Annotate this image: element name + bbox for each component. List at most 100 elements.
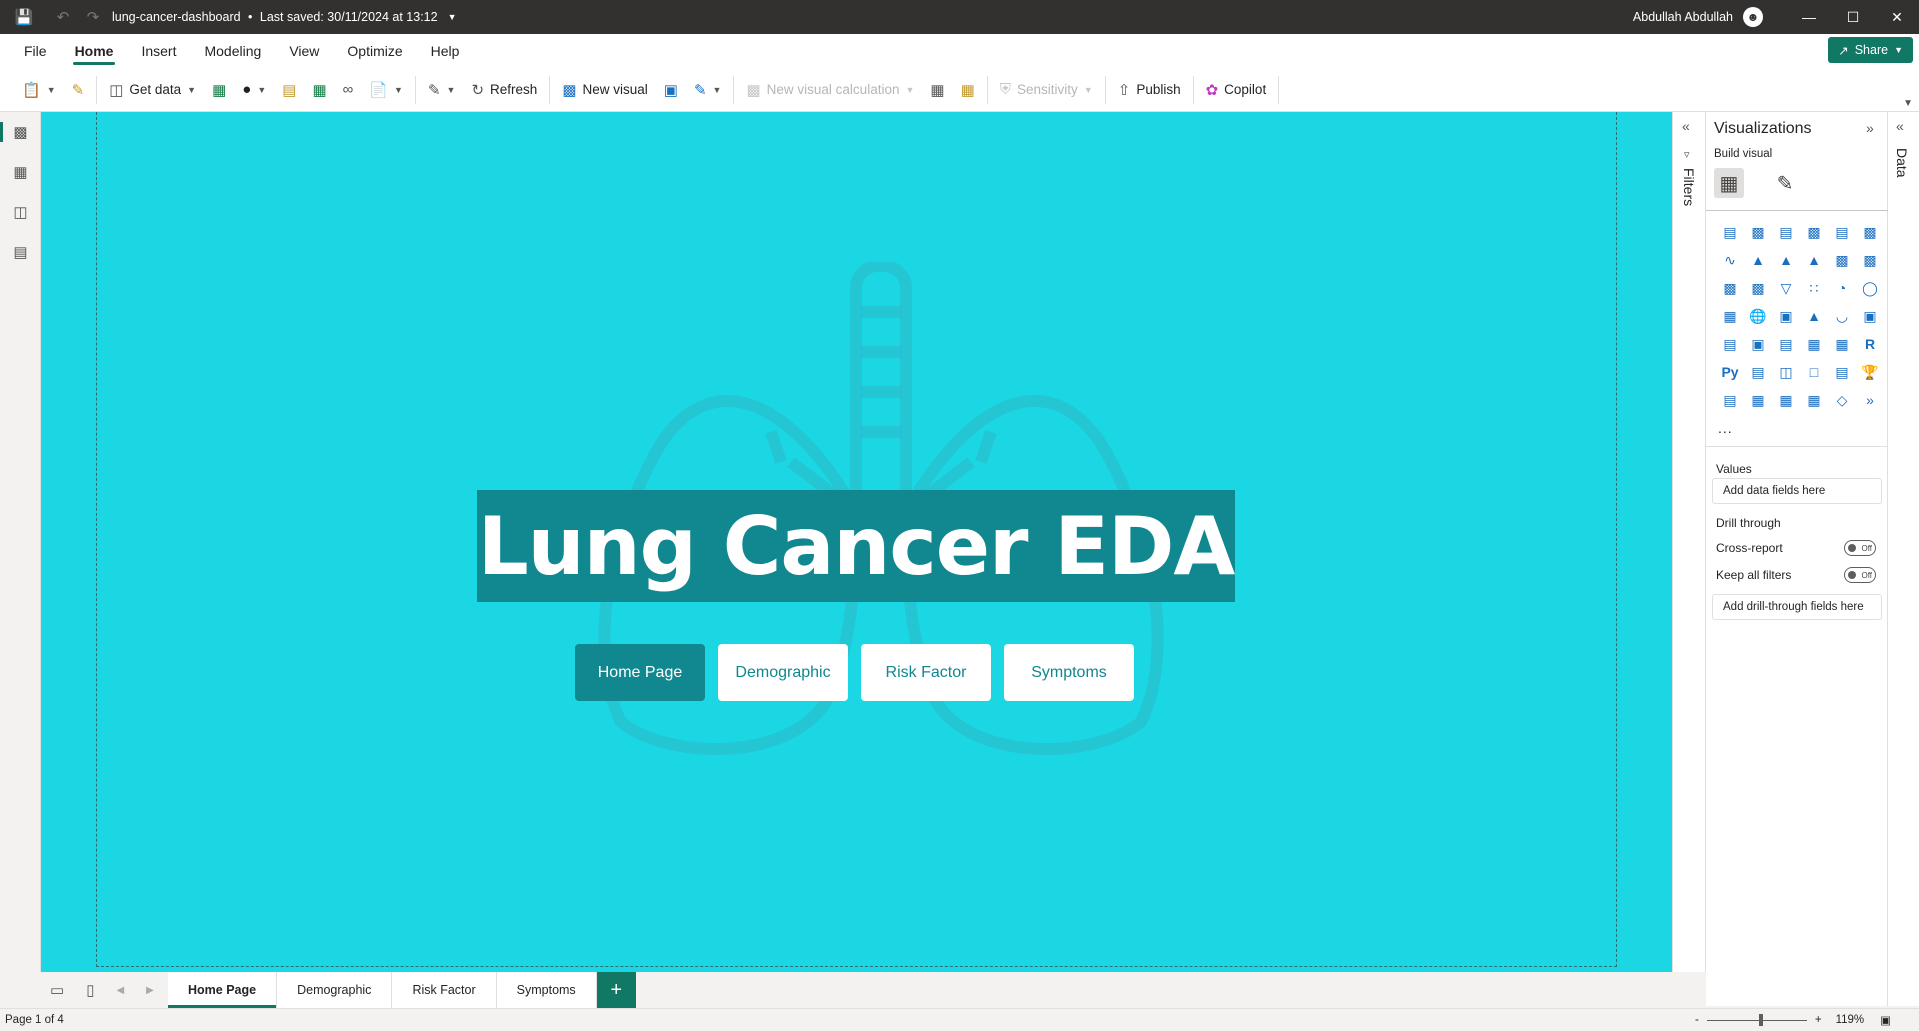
maximize-button[interactable]: ☐: [1831, 0, 1875, 34]
diamond-visual-icon[interactable]: ◇: [1828, 386, 1856, 414]
menu-home[interactable]: Home: [61, 34, 128, 68]
menu-insert[interactable]: Insert: [127, 34, 190, 68]
line-stacked-column-chart-icon[interactable]: ▩: [1828, 246, 1856, 274]
azure-map-icon[interactable]: ▲: [1800, 302, 1828, 330]
menu-view[interactable]: View: [275, 34, 333, 68]
report-canvas[interactable]: Lung Cancer EDA Home Page Demographic Ri…: [41, 112, 1672, 972]
zoom-slider[interactable]: [1706, 1013, 1807, 1026]
line-clustered-column-chart-icon[interactable]: ▩: [1856, 246, 1884, 274]
decomposition-tree-icon[interactable]: ◫: [1772, 358, 1800, 386]
nav-button-demographic[interactable]: Demographic: [718, 644, 848, 701]
matrix-icon[interactable]: ▦: [1828, 330, 1856, 358]
drill-through-well[interactable]: Add drill-through fields here: [1712, 594, 1882, 620]
new-measure-button[interactable]: ▦: [922, 75, 952, 105]
100-stacked-column-chart-icon[interactable]: ▩: [1856, 218, 1884, 246]
model-view-icon[interactable]: ◫: [0, 192, 41, 232]
funnel-icon[interactable]: ▽: [1772, 274, 1800, 302]
python-visual-icon[interactable]: Py: [1716, 358, 1744, 386]
stacked-column-chart-icon[interactable]: ▩: [1744, 218, 1772, 246]
zoom-out-button[interactable]: -: [1695, 1014, 1699, 1026]
menu-help[interactable]: Help: [417, 34, 474, 68]
slicer-icon[interactable]: ▤: [1772, 330, 1800, 358]
qa-icon[interactable]: □: [1800, 358, 1828, 386]
paste-button[interactable]: 📋 ▼: [14, 75, 64, 105]
r-visual-icon[interactable]: R: [1856, 330, 1884, 358]
refresh-button[interactable]: ↻ Refresh: [463, 75, 545, 105]
format-painter-button[interactable]: ✎: [64, 75, 93, 105]
donut-chart-icon[interactable]: ◯: [1856, 274, 1884, 302]
chevron-visual-icon[interactable]: »: [1856, 386, 1884, 414]
menu-modeling[interactable]: Modeling: [190, 34, 275, 68]
gauge-icon[interactable]: ◡: [1828, 302, 1856, 330]
expand-chevron-icon[interactable]: «: [1896, 118, 1904, 134]
undo-icon[interactable]: ↶: [48, 0, 78, 34]
menu-file[interactable]: File: [10, 34, 61, 68]
table-icon[interactable]: ▦: [1800, 330, 1828, 358]
enter-data-button[interactable]: ▦: [304, 75, 334, 105]
card-icon[interactable]: ▣: [1856, 302, 1884, 330]
area-chart-icon[interactable]: ▲: [1744, 246, 1772, 274]
more-visuals-icon[interactable]: ...: [1718, 420, 1733, 436]
desktop-layout-icon[interactable]: ▭: [50, 981, 64, 999]
stacked-bar-chart-icon[interactable]: ▤: [1716, 218, 1744, 246]
nav-button-symptoms[interactable]: Symptoms: [1004, 644, 1134, 701]
expand-chevron-icon[interactable]: «: [1682, 118, 1690, 134]
waterfall-chart-icon[interactable]: ▩: [1744, 274, 1772, 302]
100-stacked-bar-chart-icon[interactable]: ▤: [1828, 218, 1856, 246]
build-visual-icon[interactable]: ▦: [1714, 168, 1744, 198]
multi-row-card-icon[interactable]: ▤: [1716, 330, 1744, 358]
dax-query-view-icon[interactable]: ▤: [0, 232, 41, 272]
menu-optimize[interactable]: Optimize: [333, 34, 416, 68]
100-stacked-area-chart-icon[interactable]: ▲: [1800, 246, 1828, 274]
mobile-layout-icon[interactable]: ▯: [86, 981, 94, 999]
tab-home-page[interactable]: Home Page: [168, 972, 278, 1008]
nav-button-home-page[interactable]: Home Page: [575, 644, 705, 701]
more-visuals-button[interactable]: ✎ ▼: [686, 75, 730, 105]
stacked-area-chart-icon[interactable]: ▲: [1772, 246, 1800, 274]
close-button[interactable]: ✕: [1875, 0, 1919, 34]
cross-report-toggle[interactable]: Off: [1844, 540, 1876, 556]
treemap-icon[interactable]: ▦: [1716, 302, 1744, 330]
recent-sources-button[interactable]: 📄 ▼: [361, 75, 411, 105]
power-apps-icon[interactable]: ▦: [1772, 386, 1800, 414]
transform-data-button[interactable]: ✎ ▼: [420, 75, 464, 105]
clustered-bar-chart-icon[interactable]: ▤: [1772, 218, 1800, 246]
scatter-chart-icon[interactable]: ∷: [1800, 274, 1828, 302]
excel-button[interactable]: ▦: [204, 75, 234, 105]
nav-button-risk-factor[interactable]: Risk Factor: [861, 644, 991, 701]
sql-button[interactable]: ▤: [274, 75, 304, 105]
previous-page-icon[interactable]: ◀: [116, 985, 124, 996]
onelake-button[interactable]: ● ▼: [234, 75, 274, 105]
tab-risk-factor[interactable]: Risk Factor: [392, 972, 497, 1008]
new-visual-button[interactable]: ▩ New visual: [554, 75, 655, 105]
next-page-icon[interactable]: ▶: [146, 985, 154, 996]
zoom-in-button[interactable]: +: [1815, 1014, 1822, 1026]
dataverse-button[interactable]: ∞: [335, 75, 362, 105]
collapse-chevron-icon[interactable]: »: [1866, 120, 1874, 136]
text-box-button[interactable]: ▣: [656, 75, 686, 105]
fit-to-page-icon[interactable]: ▣: [1880, 1013, 1891, 1027]
kpi-icon[interactable]: ▣: [1744, 330, 1772, 358]
smart-narrative-icon[interactable]: ▤: [1828, 358, 1856, 386]
arcgis-map-icon[interactable]: ▦: [1744, 386, 1772, 414]
quick-measure-button[interactable]: ▦: [953, 75, 983, 105]
values-well[interactable]: Add data fields here: [1712, 478, 1882, 504]
filled-map-icon[interactable]: ▣: [1772, 302, 1800, 330]
new-visual-calculation-button[interactable]: ▩ New visual calculation ▼: [738, 75, 922, 105]
get-data-button[interactable]: ◫ Get data ▼: [101, 75, 204, 105]
map-icon[interactable]: 🌐: [1744, 302, 1772, 330]
share-button[interactable]: ↗ Share ▼: [1828, 37, 1913, 63]
redo-icon[interactable]: ↷: [78, 0, 108, 34]
keep-all-filters-toggle[interactable]: Off: [1844, 567, 1876, 583]
line-chart-icon[interactable]: ∿: [1716, 246, 1744, 274]
sensitivity-button[interactable]: ⛨ Sensitivity ▼: [992, 75, 1101, 105]
tab-demographic[interactable]: Demographic: [277, 972, 393, 1008]
copilot-button[interactable]: ✿ Copilot: [1198, 75, 1275, 105]
report-view-icon[interactable]: ▩: [0, 112, 41, 152]
chevron-down-icon[interactable]: ▼: [1903, 98, 1913, 109]
paginated-report-icon[interactable]: ▤: [1716, 386, 1744, 414]
key-influencers-icon[interactable]: ▤: [1744, 358, 1772, 386]
metrics-icon[interactable]: 🏆: [1856, 358, 1884, 386]
minimize-button[interactable]: —: [1787, 0, 1831, 34]
publish-button[interactable]: ⇧ Publish: [1110, 75, 1189, 105]
